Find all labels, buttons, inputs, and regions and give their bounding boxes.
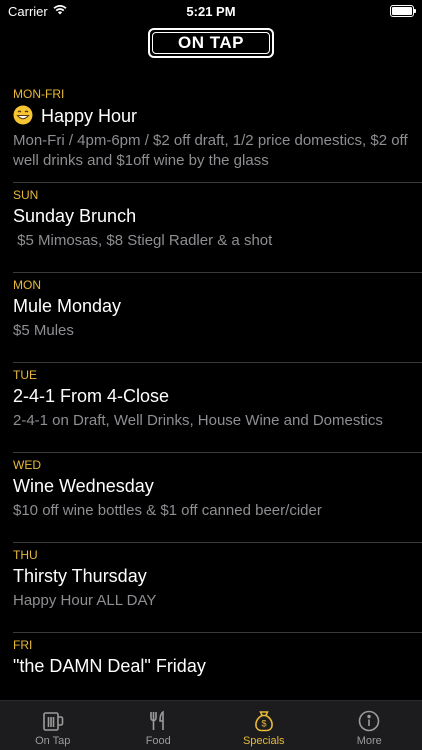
status-bar: Carrier 5:21 PM: [0, 0, 422, 22]
list-item[interactable]: WED Wine Wednesday $10 off wine bottles …: [13, 453, 422, 543]
list-item[interactable]: TUE 2-4-1 From 4-Close 2-4-1 on Draft, W…: [13, 363, 422, 453]
special-day: FRI: [13, 638, 33, 652]
special-title: 2-4-1 From 4-Close: [13, 386, 170, 406]
tab-more[interactable]: More: [317, 701, 422, 750]
special-description: $5 Mimosas, $8 Stiegl Radler & a shot: [13, 232, 273, 249]
special-day: MON-FRI: [13, 87, 65, 101]
tab-specials[interactable]: $ Specials: [211, 701, 317, 750]
special-description: Happy Hour ALL DAY: [13, 592, 157, 609]
tab-label: On Tap: [35, 735, 71, 747]
beer-mug-icon: [42, 712, 64, 731]
list-item[interactable]: MON Mule Monday $5 Mules: [13, 273, 422, 363]
special-title: Wine Wednesday: [13, 476, 154, 496]
list-item[interactable]: FRI "the DAMN Deal" Friday: [13, 633, 422, 700]
nav-header: ON TAP: [0, 22, 422, 70]
tab-label: More: [356, 735, 382, 747]
battery-icon: [390, 5, 416, 17]
special-description: 2-4-1 on Draft, Well Drinks, House Wine …: [13, 412, 383, 429]
svg-text:$: $: [261, 719, 266, 729]
special-day: WED: [13, 458, 41, 472]
clock: 5:21 PM: [186, 4, 236, 19]
special-title: Mule Monday: [13, 296, 122, 316]
info-icon: [358, 710, 380, 732]
special-title: Happy Hour: [13, 105, 137, 127]
specials-list[interactable]: MON-FRI Happy Hour Mon-Fri / 4pm-6pm / $…: [0, 82, 422, 700]
special-title: "the DAMN Deal" Friday: [13, 656, 206, 676]
tab-label: Food: [145, 735, 171, 747]
list-item[interactable]: MON-FRI Happy Hour Mon-Fri / 4pm-6pm / $…: [13, 82, 422, 183]
list-item[interactable]: THU Thirsty Thursday Happy Hour ALL DAY: [13, 543, 422, 633]
special-day: MON: [13, 278, 41, 292]
logo-text: ON TAP: [152, 32, 270, 54]
on-tap-logo: ON TAP: [148, 28, 274, 58]
tab-food[interactable]: Food: [106, 701, 212, 750]
tab-on-tap[interactable]: On Tap: [0, 701, 106, 750]
tab-bar: On Tap Food $ Specials More: [0, 700, 422, 750]
fork-knife-icon: [150, 710, 165, 730]
special-title: Sunday Brunch: [13, 206, 137, 226]
special-day: THU: [13, 548, 38, 562]
tab-label: Specials: [242, 735, 285, 747]
special-description: $5 Mules: [13, 322, 74, 339]
special-title-text: Happy Hour: [41, 106, 138, 126]
special-description: $10 off wine bottles & $1 off canned bee…: [13, 502, 322, 519]
special-title: Thirsty Thursday: [13, 566, 147, 586]
money-bag-icon: $: [254, 711, 273, 732]
special-day: TUE: [13, 368, 37, 382]
list-item[interactable]: SUN Sunday Brunch $5 Mimosas, $8 Stiegl …: [13, 183, 422, 273]
grinning-face-emoji-icon: [13, 105, 33, 125]
special-description: Mon-Fri / 4pm-6pm / $2 off draft, 1/2 pr…: [13, 132, 408, 169]
special-day: SUN: [13, 188, 39, 202]
